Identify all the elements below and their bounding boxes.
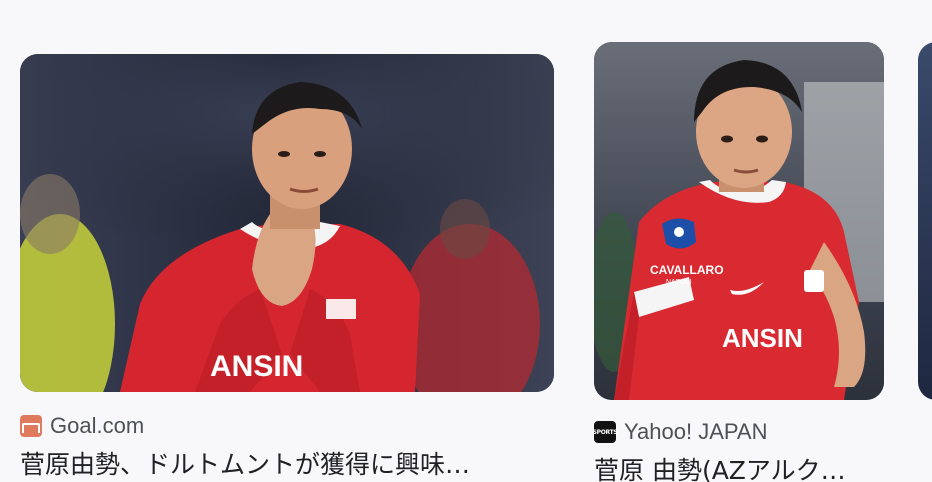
sponsor-text: CAVALLARO xyxy=(650,263,724,277)
result-headline[interactable]: 菅原 由勢(AZアルク… xyxy=(594,454,884,482)
jersey-sponsor-text: ANSIN xyxy=(722,323,803,353)
jersey-sponsor-text: ANSIN xyxy=(210,350,303,383)
image-result-card-partial[interactable] xyxy=(918,42,932,400)
result-source[interactable]: Goal.com xyxy=(20,412,554,440)
result-thumbnail[interactable] xyxy=(918,42,932,400)
goal-favicon-icon xyxy=(20,415,42,437)
favicon-label: SPORTS xyxy=(592,428,618,436)
sponsor-subtext: NAPOLI xyxy=(666,279,692,286)
player-running-image: CAVALLARO NAPOLI ANSIN xyxy=(594,42,884,400)
player-clapping-image: ANSIN xyxy=(20,54,554,392)
result-thumbnail[interactable]: CAVALLARO NAPOLI ANSIN xyxy=(594,42,884,400)
image-result-card[interactable]: ANSIN Goal.com 菅原由勢、ドルトムントが獲得に興味… xyxy=(20,42,554,482)
source-name: Yahoo! JAPAN xyxy=(624,419,768,444)
yahoo-sports-favicon-icon: SPORTS xyxy=(592,421,618,443)
source-name: Goal.com xyxy=(50,413,145,438)
image-result-card[interactable]: CAVALLARO NAPOLI ANSIN SPORTS Yahoo! JAP… xyxy=(592,42,884,482)
result-headline[interactable]: 菅原由勢、ドルトムントが獲得に興味… xyxy=(20,448,554,482)
image-results-strip: ANSIN Goal.com 菅原由勢、ドルトムントが獲得に興味… CAVALL… xyxy=(0,0,932,482)
result-thumbnail[interactable]: ANSIN xyxy=(20,54,554,392)
result-source[interactable]: SPORTS Yahoo! JAPAN xyxy=(592,418,884,446)
